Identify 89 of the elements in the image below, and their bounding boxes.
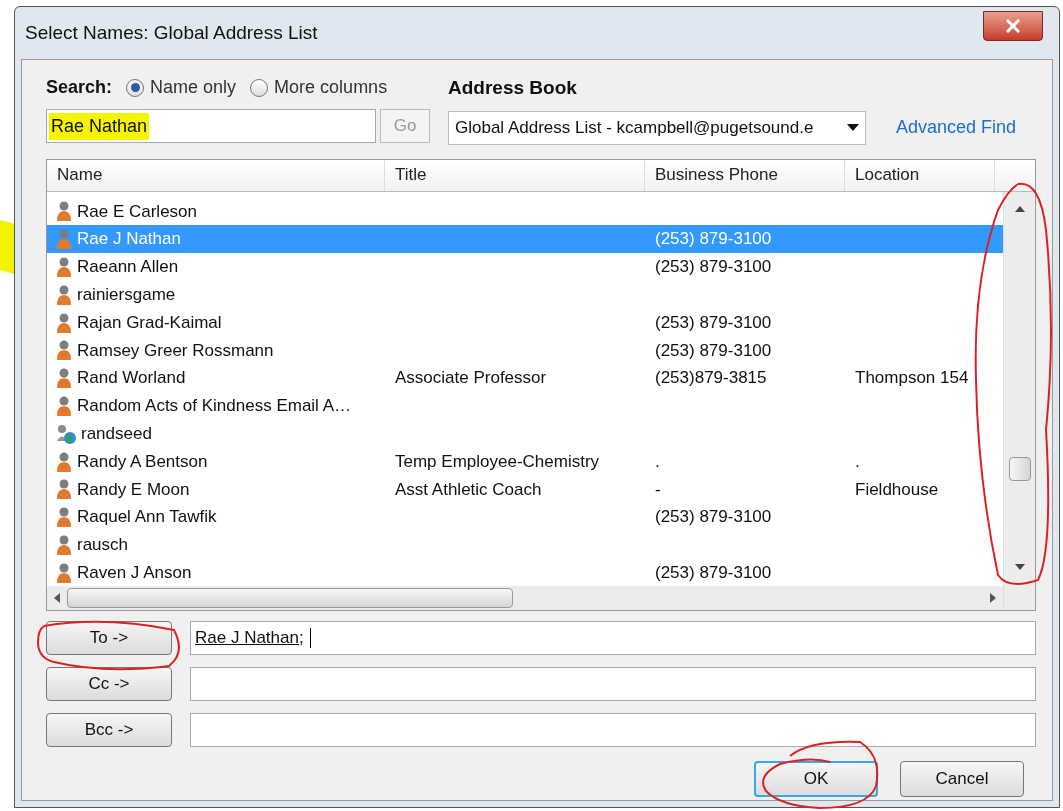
scroll-left-icon[interactable]: [53, 592, 61, 603]
user-icon: [55, 339, 73, 362]
contact-row[interactable]: randseed: [47, 419, 1003, 448]
scroll-right-icon[interactable]: [989, 592, 997, 603]
table-cell-text: Rae J Nathan: [77, 228, 181, 251]
search-field[interactable]: Rae Nathan: [46, 109, 376, 143]
scroll-up-icon[interactable]: [1014, 205, 1025, 212]
vertical-scrollbar[interactable]: [1003, 191, 1035, 610]
advanced-find-link[interactable]: Advanced Find: [896, 114, 1017, 141]
table-cell-text: (253)879-3815: [655, 367, 767, 390]
recipient-button[interactable]: Cc ->: [46, 666, 172, 701]
table-cell-text: Ramsey Greer Rossmann: [77, 339, 274, 362]
radio-option[interactable]: Name only: [126, 74, 237, 101]
user-icon: [55, 561, 73, 584]
table-cell-text: .: [855, 450, 860, 473]
table-cell-text: (253) 879-3100: [655, 339, 772, 362]
table-cell-text: rainiersgame: [77, 284, 176, 307]
user-icon: [55, 311, 73, 334]
user-icon: [55, 450, 73, 473]
table-cell-text: Rae E Carleson: [77, 200, 197, 223]
dialog-button[interactable]: Cancel: [900, 760, 1024, 797]
table-cell-text: Rand Worland: [77, 367, 186, 390]
table-cell-text: Randy A Bentson: [77, 450, 208, 473]
table-cell-text: Raquel Ann Tawfik: [77, 506, 217, 529]
table-cell-text: (253) 879-3100: [655, 506, 772, 529]
contact-row[interactable]: Rae E Carleson: [47, 197, 1003, 226]
address-book-label: Address Book: [448, 76, 578, 100]
horizontal-scrollbar[interactable]: [47, 585, 1003, 610]
contact-row[interactable]: Ramsey Greer Rossmann (253) 879-3100: [47, 336, 1003, 365]
user-icon: [55, 506, 73, 529]
dropdown-arrow-icon: [847, 123, 859, 132]
address-book-dropdown[interactable]: Global Address List - kcampbell@pugetsound.e: [448, 110, 866, 145]
user-globe-icon: [55, 422, 77, 445]
table-cell-text: Thompson 154: [855, 367, 969, 390]
column-header[interactable]: Business Phone: [645, 159, 845, 191]
radio-button[interactable]: [126, 78, 145, 97]
dialog-button[interactable]: OK: [754, 760, 878, 797]
user-icon: [55, 283, 73, 306]
contact-row[interactable]: rausch: [47, 531, 1003, 559]
search-label: Search:: [46, 76, 113, 99]
recipient-button[interactable]: Bcc ->: [46, 712, 172, 747]
table-cell-text: Randy E Moon: [77, 478, 190, 501]
contact-row[interactable]: Rand Worland Associate Professor (253)879-3815 Thompson 154: [47, 364, 1003, 393]
recipient-field[interactable]: [190, 712, 1036, 747]
table-cell-text: (253) 879-3100: [655, 256, 772, 279]
table-cell-text: randseed: [81, 423, 152, 445]
close-button[interactable]: [983, 11, 1043, 41]
table-cell-text: Raven J Anson: [77, 562, 192, 584]
table-cell-text: Associate Professor: [395, 367, 547, 390]
table-cell-text: (253) 879-3100: [655, 562, 772, 584]
table-cell-text: Rajan Grad-Kaimal: [77, 311, 222, 334]
contact-row[interactable]: Randy A Bentson Temp Employee-Chemistry . .: [47, 447, 1003, 476]
table-cell-text: rausch: [77, 534, 129, 557]
contact-row[interactable]: Raquel Ann Tawfik (253) 879-3100: [47, 503, 1003, 532]
window-title: Select Names: Global Address List: [25, 20, 318, 45]
radio-button[interactable]: [250, 78, 269, 97]
table-cell-text: Fieldhouse: [855, 478, 939, 501]
table-cell-text: (253) 879-3100: [655, 228, 772, 251]
table-cell-text: Random Acts of Kindness Email A…: [77, 395, 352, 418]
recipient-field[interactable]: Rae J Nathan;: [190, 620, 1036, 655]
scroll-thumb[interactable]: [67, 587, 513, 608]
user-icon: [55, 228, 73, 251]
column-header[interactable]: Name: [47, 159, 385, 191]
scroll-thumb[interactable]: [1008, 456, 1031, 481]
contact-row[interactable]: Randy E Moon Asst Athletic Coach - Fieldhouse: [47, 475, 1003, 504]
user-icon: [55, 394, 73, 417]
radio-option[interactable]: More columns: [250, 74, 388, 101]
user-icon: [55, 256, 73, 278]
user-icon: [55, 200, 73, 223]
contact-row[interactable]: rainiersgame: [47, 280, 1003, 309]
table-cell-text: (253) 879-3100: [655, 311, 772, 334]
close-icon: [1005, 19, 1021, 33]
user-icon: [55, 478, 73, 501]
contact-row[interactable]: Raeann Allen (253) 879-3100: [47, 253, 1003, 281]
contact-row[interactable]: Raven J Anson (253) 879-3100: [47, 558, 1003, 586]
column-header[interactable]: Title: [385, 159, 645, 191]
table-cell-text: Temp Employee-Chemistry: [395, 450, 600, 473]
user-icon: [55, 533, 73, 556]
recipient-button[interactable]: To ->: [46, 620, 172, 655]
user-icon: [55, 367, 73, 390]
contact-row[interactable]: Rajan Grad-Kaimal (253) 879-3100: [47, 308, 1003, 337]
recipient-field[interactable]: [190, 666, 1036, 701]
scroll-down-icon[interactable]: [1014, 563, 1025, 570]
column-header[interactable]: Location: [845, 159, 995, 191]
table-cell-text: -: [655, 478, 661, 501]
table-cell-text: .: [655, 450, 660, 473]
table-cell-text: Raeann Allen: [77, 256, 179, 279]
table-cell-text: Asst Athletic Coach: [395, 478, 542, 501]
contact-row[interactable]: Random Acts of Kindness Email A…: [47, 392, 1003, 420]
